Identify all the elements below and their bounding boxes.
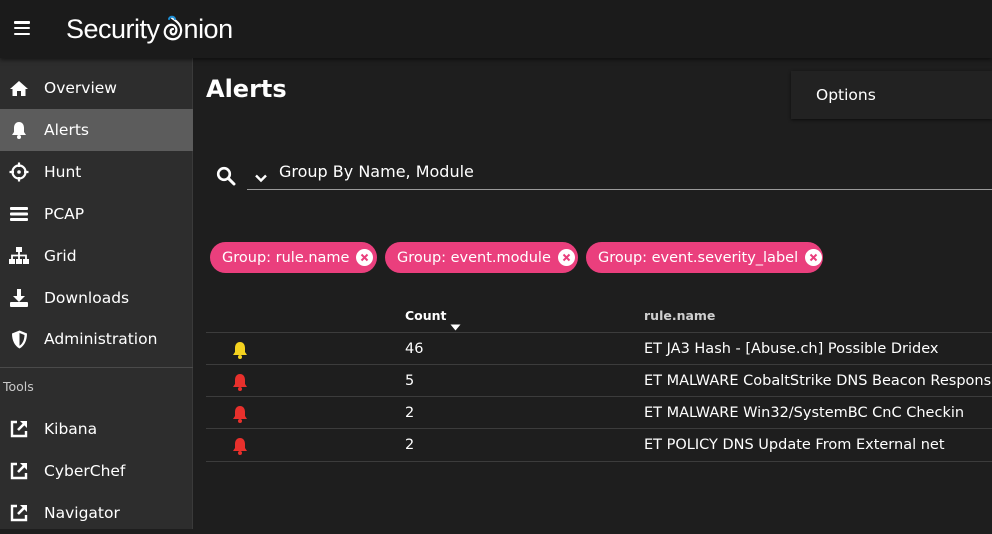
- search-icon[interactable]: [216, 166, 236, 186]
- sidebar-item-alerts[interactable]: Alerts: [0, 109, 193, 151]
- table-bottom-border: [206, 461, 992, 462]
- row-count: 46: [405, 341, 424, 357]
- group-chip-event-severity-label: Group: event.severity_label: [586, 242, 823, 273]
- close-icon[interactable]: [356, 249, 374, 266]
- sidebar-item-label: Navigator: [44, 504, 120, 522]
- logo-text-suffix: nion: [183, 14, 234, 44]
- sidebar-item-cyberchef[interactable]: CyberChef: [0, 450, 193, 492]
- chevron-down-icon[interactable]: [254, 168, 268, 183]
- app-logo: Security nion: [66, 14, 233, 45]
- sidebar-item-label: Kibana: [44, 420, 98, 438]
- row-rule-name: ET JA3 Hash - [Abuse.ch] Possible Dridex: [644, 341, 939, 357]
- options-panel-toggle[interactable]: Options: [791, 71, 992, 119]
- external-link-icon: [9, 419, 29, 439]
- row-rule-name: ET POLICY DNS Update From External net: [644, 437, 945, 453]
- row-count: 5: [405, 373, 415, 389]
- sidebar-item-label: Alerts: [44, 121, 89, 139]
- tools-heading: Tools: [3, 379, 34, 394]
- group-chip-rule-name: Group: rule.name: [210, 242, 377, 273]
- close-icon[interactable]: [805, 249, 823, 266]
- shield-icon: [9, 329, 29, 349]
- page-title: Alerts: [206, 75, 287, 103]
- table-row[interactable]: 2 ET MALWARE Win32/SystemBC CnC Checkin: [206, 396, 992, 428]
- sidebar-item-hunt[interactable]: Hunt: [0, 151, 193, 193]
- query-select[interactable]: Group By Name, Module: [247, 156, 992, 190]
- sidebar-item-administration[interactable]: Administration: [0, 318, 193, 360]
- onion-logo-icon: [163, 15, 182, 41]
- sidebar-item-grid[interactable]: Grid: [0, 235, 193, 277]
- sidebar: Overview Alerts Hunt PCAP Grid Downloads: [0, 58, 193, 529]
- bell-icon: [9, 120, 29, 140]
- table-row[interactable]: 2 ET POLICY DNS Update From External net: [206, 428, 992, 460]
- close-icon[interactable]: [557, 249, 575, 266]
- sitemap-icon: [9, 246, 29, 266]
- logo-text-prefix: Security: [66, 14, 160, 44]
- sidebar-item-pcap[interactable]: PCAP: [0, 193, 193, 235]
- list-icon: [9, 204, 29, 224]
- sidebar-item-label: Administration: [44, 330, 158, 348]
- severity-high-bell-icon[interactable]: [231, 437, 249, 455]
- download-icon: [9, 288, 29, 308]
- query-value: Group By Name, Module: [279, 162, 474, 181]
- severity-high-bell-icon[interactable]: [231, 373, 249, 391]
- crosshair-icon: [9, 162, 29, 182]
- chip-label: Group: rule.name: [222, 249, 350, 266]
- external-link-icon: [9, 503, 29, 523]
- sidebar-item-label: CyberChef: [44, 462, 126, 480]
- sidebar-item-downloads[interactable]: Downloads: [0, 277, 193, 319]
- sidebar-item-navigator[interactable]: Navigator: [0, 492, 193, 534]
- sidebar-item-kibana[interactable]: Kibana: [0, 408, 193, 450]
- row-count: 2: [405, 437, 415, 453]
- table-row[interactable]: 46 ET JA3 Hash - [Abuse.ch] Possible Dri…: [206, 332, 992, 364]
- row-count: 2: [405, 405, 415, 421]
- home-icon: [9, 78, 29, 98]
- chip-label: Group: event.module: [397, 249, 551, 266]
- sidebar-item-label: PCAP: [44, 205, 85, 223]
- sidebar-item-label: Overview: [44, 79, 117, 97]
- sidebar-item-label: Downloads: [44, 289, 130, 307]
- group-chip-event-module: Group: event.module: [385, 242, 578, 273]
- sidebar-item-label: Grid: [44, 247, 77, 265]
- sidebar-item-overview[interactable]: Overview: [0, 67, 193, 109]
- column-header-count[interactable]: Count: [405, 308, 447, 323]
- row-rule-name: ET MALWARE CobaltStrike DNS Beacon Respo…: [644, 373, 992, 389]
- sort-descending-icon[interactable]: [450, 316, 461, 331]
- column-header-rule-name[interactable]: rule.name: [644, 308, 715, 323]
- severity-medium-bell-icon[interactable]: [231, 341, 249, 359]
- severity-high-bell-icon[interactable]: [231, 405, 249, 423]
- row-rule-name: ET MALWARE Win32/SystemBC CnC Checkin: [644, 405, 965, 421]
- sidebar-divider: [0, 367, 193, 368]
- options-label: Options: [816, 86, 876, 104]
- table-row[interactable]: 5 ET MALWARE CobaltStrike DNS Beacon Res…: [206, 364, 992, 396]
- top-app-bar: Security nion: [0, 0, 992, 58]
- external-link-icon: [9, 461, 29, 481]
- menu-icon[interactable]: [14, 21, 30, 36]
- chip-label: Group: event.severity_label: [598, 249, 799, 266]
- main-content: Alerts Options Group By Name, Module Gro…: [194, 58, 992, 529]
- sidebar-item-label: Hunt: [44, 163, 82, 181]
